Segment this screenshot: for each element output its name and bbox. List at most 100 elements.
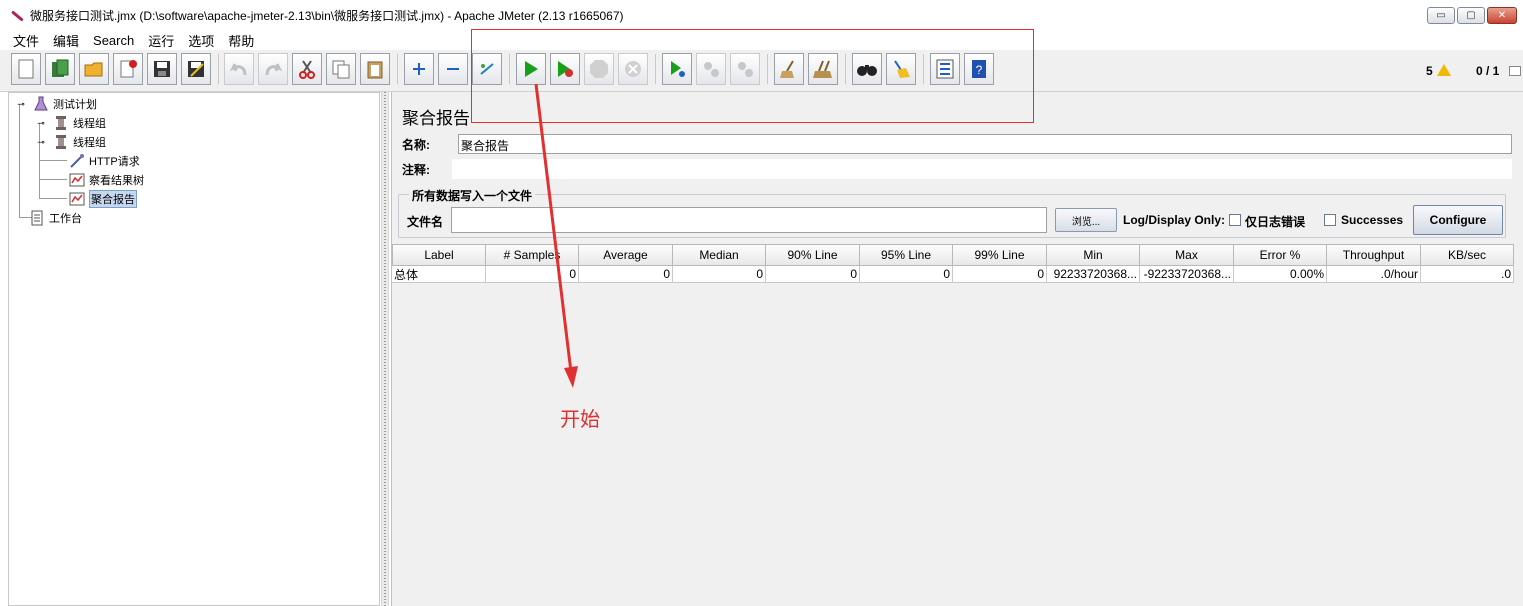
menu-edit[interactable]: 编辑 bbox=[46, 31, 86, 50]
column-header[interactable]: Label bbox=[392, 244, 486, 266]
menu-search[interactable]: Search bbox=[86, 33, 141, 48]
column-header[interactable]: Max bbox=[1140, 244, 1234, 266]
undo-button[interactable] bbox=[224, 53, 254, 85]
errors-only-checkbox[interactable] bbox=[1229, 214, 1241, 226]
tree-node-aggregate-report[interactable]: 聚合报告 bbox=[69, 190, 137, 208]
expand-all-button[interactable] bbox=[404, 53, 434, 85]
table-cell: 0 bbox=[579, 266, 673, 283]
menu-file[interactable]: 文件 bbox=[6, 31, 46, 50]
tree-node-label: 测试计划 bbox=[53, 99, 97, 111]
tree-node-thread-group-2[interactable]: ⊸ 线程组 bbox=[33, 133, 106, 151]
collapse-toggle-icon[interactable]: ⊸ bbox=[33, 134, 49, 150]
panel-title: 聚合报告 bbox=[402, 109, 470, 128]
column-header[interactable]: 95% Line bbox=[860, 244, 953, 266]
successes-checkbox[interactable] bbox=[1324, 214, 1336, 226]
copy-button[interactable] bbox=[326, 53, 356, 85]
comment-label: 注释: bbox=[402, 162, 430, 177]
maximize-button[interactable]: ▢ bbox=[1457, 7, 1485, 24]
column-header[interactable]: Error % bbox=[1234, 244, 1327, 266]
test-plan-tree: ⊸ 测试计划 ⊸ 线程组 ⊸ 线程组 HTTP请求 察看结果树 聚合报告 工作台 bbox=[8, 92, 380, 606]
column-header[interactable]: Min bbox=[1047, 244, 1140, 266]
tree-node-label: 察看结果树 bbox=[89, 175, 144, 187]
undo-icon bbox=[229, 63, 247, 76]
tree-node-label: 聚合报告 bbox=[89, 190, 137, 208]
tree-node-label: 线程组 bbox=[73, 137, 106, 149]
title-bar: 微服务接口测试.jmx (D:\software\apache-jmeter-2… bbox=[0, 0, 1523, 30]
table-cell: .0 bbox=[1421, 266, 1514, 283]
open-folder-icon bbox=[84, 62, 103, 77]
copy-icon bbox=[332, 60, 350, 79]
cut-button[interactable] bbox=[292, 53, 322, 85]
templates-button[interactable] bbox=[45, 53, 75, 85]
menu-options[interactable]: 选项 bbox=[181, 31, 221, 50]
log-display-label: Log/Display Only: bbox=[1123, 213, 1226, 227]
save-icon bbox=[154, 61, 170, 77]
clipboard-icon bbox=[367, 61, 383, 79]
menu-run[interactable]: 运行 bbox=[141, 31, 181, 50]
spool-icon bbox=[53, 115, 69, 131]
save-as-button[interactable] bbox=[181, 53, 211, 85]
expand-toggle-icon[interactable]: ⊸ bbox=[33, 115, 49, 131]
configure-button[interactable]: Configure bbox=[1413, 205, 1503, 235]
plus-icon bbox=[413, 63, 425, 75]
tree-node-view-results-tree[interactable]: 察看结果树 bbox=[69, 171, 144, 189]
redo-button[interactable] bbox=[258, 53, 288, 85]
notepad-icon bbox=[29, 210, 45, 226]
name-label: 名称: bbox=[402, 137, 430, 152]
flask-icon bbox=[33, 96, 49, 112]
paste-button[interactable] bbox=[360, 53, 390, 85]
table-cell: 0 bbox=[766, 266, 860, 283]
annotation-start-label: 开始 bbox=[560, 407, 600, 431]
window-title: 微服务接口测试.jmx (D:\software\apache-jmeter-2… bbox=[30, 8, 624, 23]
filename-label: 文件名 bbox=[407, 215, 444, 229]
spool-icon bbox=[53, 134, 69, 150]
column-header[interactable]: 99% Line bbox=[953, 244, 1047, 266]
tree-node-label: HTTP请求 bbox=[89, 156, 140, 168]
group-title: 所有数据写入一个文件 bbox=[409, 187, 536, 204]
tree-connector bbox=[39, 198, 67, 199]
tree-connector bbox=[19, 104, 20, 217]
table-cell: 总体 bbox=[392, 266, 486, 283]
table-cell: 0 bbox=[673, 266, 766, 283]
browse-button[interactable]: 浏览... bbox=[1055, 208, 1117, 232]
close-button[interactable]: ✕ bbox=[1487, 7, 1517, 24]
save-button[interactable] bbox=[147, 53, 177, 85]
column-header[interactable]: Median bbox=[673, 244, 766, 266]
menu-help[interactable]: 帮助 bbox=[221, 31, 261, 50]
minimize-button[interactable]: ▭ bbox=[1427, 7, 1455, 24]
successes-label: Successes bbox=[1341, 213, 1404, 227]
tree-node-label: 线程组 bbox=[73, 118, 106, 130]
open-button[interactable] bbox=[79, 53, 109, 85]
table-cell: 0 bbox=[860, 266, 953, 283]
pipette-icon bbox=[69, 153, 85, 169]
warning-icon[interactable] bbox=[1437, 64, 1451, 76]
status-indicator-icon bbox=[1509, 66, 1521, 76]
table-cell: .0/hour bbox=[1327, 266, 1421, 283]
collapse-all-button[interactable] bbox=[438, 53, 468, 85]
window-controls: ▭ ▢ ✕ bbox=[1427, 7, 1517, 24]
name-input[interactable]: 聚合报告 bbox=[458, 134, 1512, 154]
tree-node-workbench[interactable]: 工作台 bbox=[29, 209, 82, 227]
table-cell: 92233720368... bbox=[1047, 266, 1140, 283]
comment-input[interactable] bbox=[452, 159, 1512, 179]
errors-only-label: 仅日志错误 bbox=[1245, 215, 1306, 229]
tree-node-http-request[interactable]: HTTP请求 bbox=[69, 152, 140, 170]
expand-toggle-icon[interactable]: ⊸ bbox=[13, 96, 29, 112]
split-pane-divider[interactable] bbox=[381, 92, 389, 606]
new-button[interactable] bbox=[11, 53, 41, 85]
scissors-icon bbox=[299, 60, 315, 79]
tree-connector bbox=[39, 160, 67, 161]
tree-node-test-plan[interactable]: ⊸ 测试计划 bbox=[13, 95, 97, 113]
column-header[interactable]: 90% Line bbox=[766, 244, 860, 266]
tree-node-thread-group-1[interactable]: ⊸ 线程组 bbox=[33, 114, 106, 132]
templates-icon bbox=[52, 59, 69, 77]
column-header[interactable]: Throughput bbox=[1327, 244, 1421, 266]
toolbar-separator bbox=[397, 54, 398, 84]
save-as-icon bbox=[188, 61, 204, 77]
close-plan-button[interactable] bbox=[113, 53, 143, 85]
column-header[interactable]: Average bbox=[579, 244, 673, 266]
chart-icon bbox=[69, 191, 85, 207]
tree-node-label: 工作台 bbox=[49, 213, 82, 225]
column-header[interactable]: KB/sec bbox=[1421, 244, 1514, 266]
toolbar-separator bbox=[218, 54, 219, 84]
